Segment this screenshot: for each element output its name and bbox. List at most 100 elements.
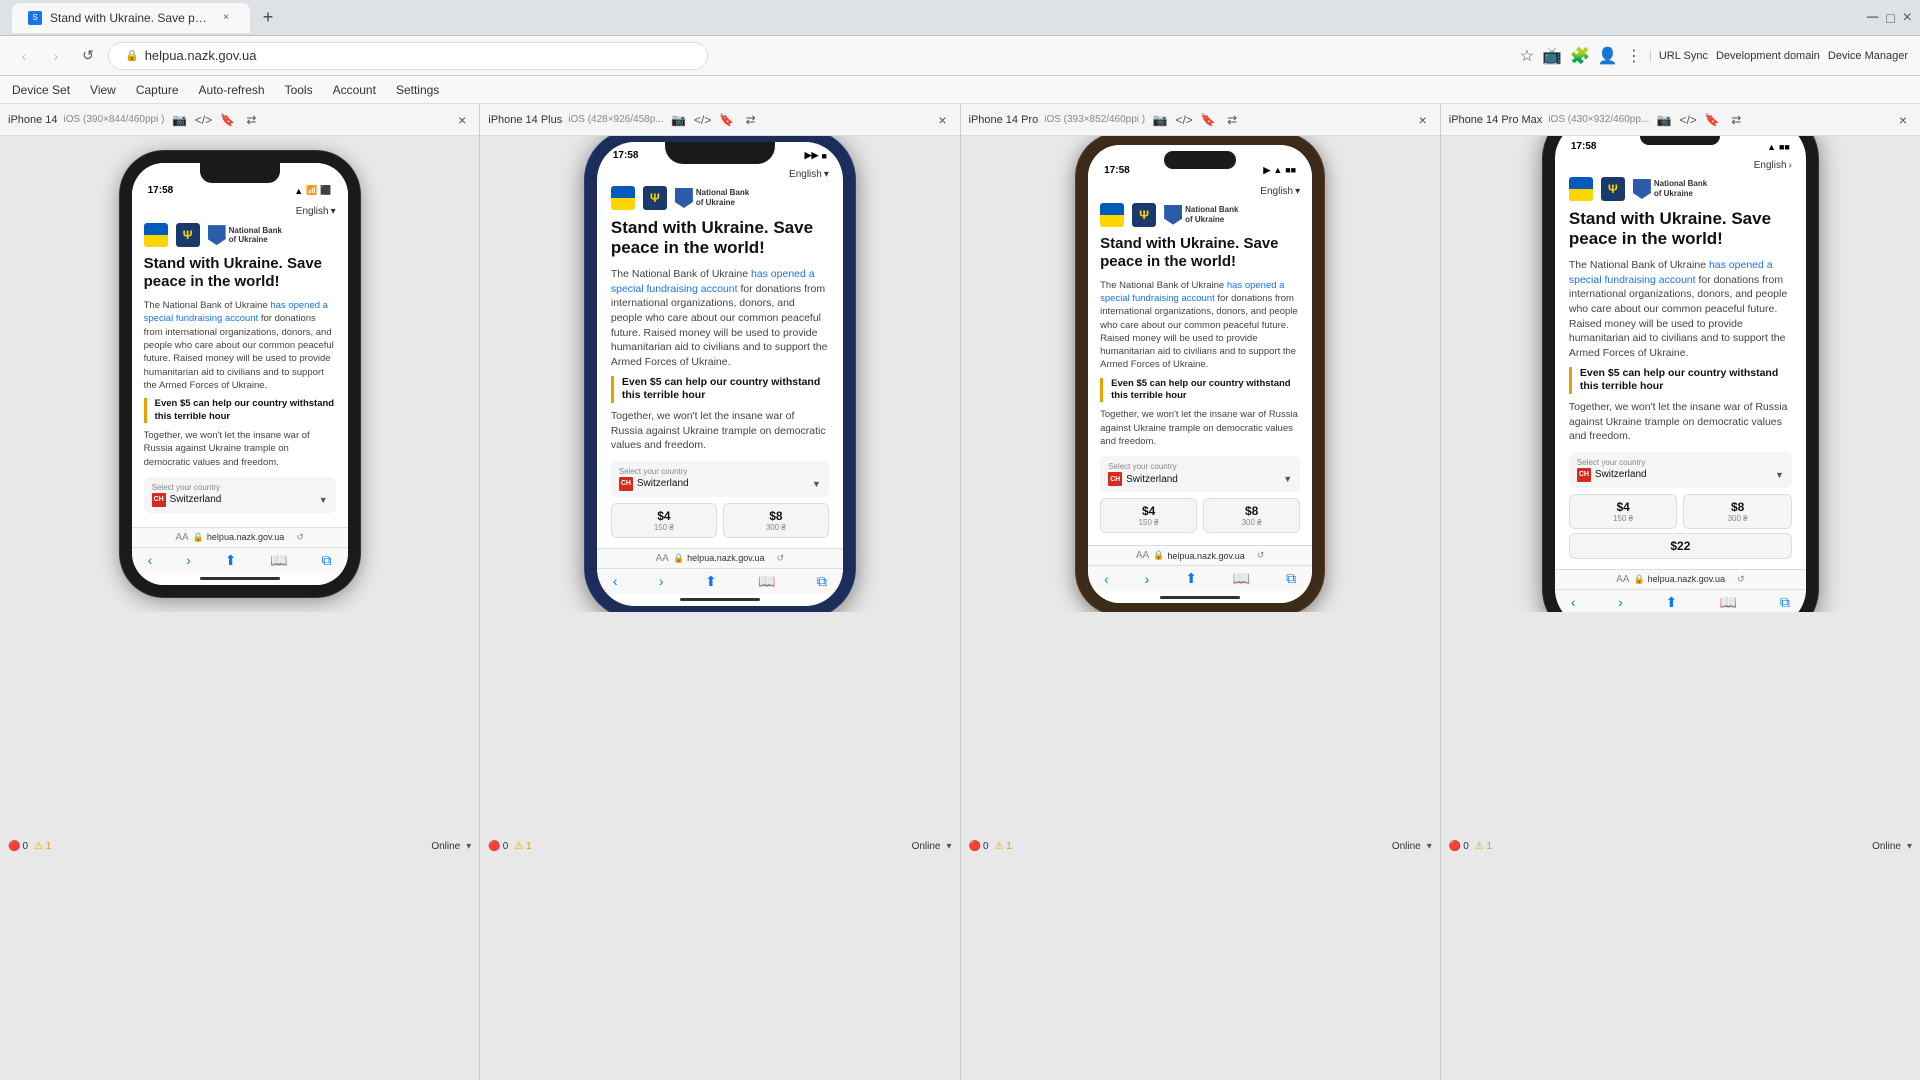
refresh-small-14pro[interactable]: ↺ [1257, 550, 1265, 561]
menu-settings[interactable]: Settings [396, 83, 439, 97]
forward-safari-14[interactable]: › [186, 552, 191, 568]
back-safari-14pro[interactable]: ‹ [1104, 571, 1109, 587]
screenshot-icon-14promax[interactable]: 📷 [1655, 111, 1673, 129]
rotate-icon-14promax[interactable]: ⇄ [1727, 111, 1745, 129]
text-size-icon-14[interactable]: AA [175, 532, 188, 543]
wifi-icon-14pro: ▲ [1273, 165, 1282, 175]
bookmarks-safari-14plus[interactable]: 📖 [758, 573, 775, 590]
menu-capture[interactable]: Capture [136, 83, 179, 97]
back-safari-14plus[interactable]: ‹ [613, 573, 618, 589]
menu-auto-refresh[interactable]: Auto-refresh [199, 83, 265, 97]
forward-safari-14pro[interactable]: › [1145, 571, 1150, 587]
inspect-icon-14pro[interactable]: 🔖 [1199, 111, 1217, 129]
profile-icon[interactable]: 👤 [1598, 46, 1618, 66]
lang-selector-14pro[interactable]: English ▾ [1100, 186, 1300, 197]
text-size-icon-14plus[interactable]: AA [656, 553, 669, 564]
online-arrow-14promax[interactable]: ▾ [1907, 841, 1912, 852]
device-manager-label[interactable]: Device Manager [1828, 50, 1908, 62]
url-input[interactable]: 🔒 helpua.nazk.gov.ua [108, 42, 708, 70]
country-select-14plus[interactable]: Select your country CH Switzerland ▼ [611, 461, 829, 497]
restore-button[interactable]: □ [1886, 10, 1894, 26]
donation-btn-8-14pro[interactable]: $8 300 ₴ [1203, 498, 1300, 533]
lang-selector-14promax[interactable]: English › [1569, 160, 1792, 171]
close-panel-14plus[interactable]: × [934, 111, 952, 129]
forward-safari-14plus[interactable]: › [659, 573, 664, 589]
menu-view[interactable]: View [90, 83, 116, 97]
inspect-icon-14[interactable]: 🔖 [218, 111, 236, 129]
close-panel-14promax[interactable]: × [1894, 111, 1912, 129]
code-icon-14[interactable]: </> [194, 111, 212, 129]
close-panel-14[interactable]: × [453, 111, 471, 129]
donation-btn-4-14promax[interactable]: $4 150 ₴ [1569, 494, 1678, 529]
donation-btn-4-14pro[interactable]: $4 150 ₴ [1100, 498, 1197, 533]
rotate-icon-14plus[interactable]: ⇄ [742, 111, 760, 129]
donation-btn-22-14promax[interactable]: $22 [1569, 533, 1792, 559]
menu-icon[interactable]: ⋮ [1626, 46, 1642, 66]
country-select-14pro[interactable]: Select your country CH Switzerland ▼ [1100, 456, 1300, 492]
share-safari-14promax[interactable]: ⬆ [1665, 594, 1677, 611]
new-tab-button[interactable]: + [254, 4, 282, 32]
refresh-button[interactable]: ↺ [76, 44, 100, 68]
minimize-button[interactable]: ─ [1867, 9, 1878, 27]
forward-button[interactable]: › [44, 44, 68, 68]
tab-close-button[interactable]: × [218, 10, 234, 26]
bookmarks-safari-14promax[interactable]: 📖 [1720, 594, 1737, 611]
online-arrow-14[interactable]: ▾ [466, 841, 471, 852]
screenshot-icon-14plus[interactable]: 📷 [670, 111, 688, 129]
country-name-14promax: Switzerland [1595, 469, 1647, 480]
tabs-safari-14pro[interactable]: ⧉ [1286, 570, 1296, 587]
online-arrow-14pro[interactable]: ▾ [1427, 841, 1432, 852]
rotate-icon-14[interactable]: ⇄ [242, 111, 260, 129]
donation-btn-8-14promax[interactable]: $8 300 ₴ [1683, 494, 1792, 529]
code-icon-14pro[interactable]: </> [1175, 111, 1193, 129]
tabs-safari-14promax[interactable]: ⧉ [1780, 594, 1790, 611]
device-name-14promax: iPhone 14 Pro Max [1449, 114, 1543, 126]
device-toolbar-iphone14promax: iPhone 14 Pro Max iOS (430×932/460pp... … [1441, 104, 1920, 136]
tabs-safari-14plus[interactable]: ⧉ [817, 573, 827, 590]
menu-tools[interactable]: Tools [285, 83, 313, 97]
online-arrow-14plus[interactable]: ▾ [946, 841, 951, 852]
text-size-icon-14pro[interactable]: AA [1136, 550, 1149, 561]
forward-safari-14promax[interactable]: › [1618, 594, 1623, 610]
dev-domain-label[interactable]: Development domain [1716, 50, 1820, 62]
together-text-14pro: Together, we won't let the insane war of… [1100, 408, 1300, 448]
back-button[interactable]: ‹ [12, 44, 36, 68]
donation-btn-8-14plus[interactable]: $8 300 ₴ [723, 503, 829, 538]
share-safari-14pro[interactable]: ⬆ [1185, 570, 1197, 587]
active-tab[interactable]: S Stand with Ukraine. Save peace i... × [12, 3, 250, 33]
refresh-small-14plus[interactable]: ↺ [777, 553, 785, 564]
bookmarks-safari-14[interactable]: 📖 [270, 552, 287, 569]
back-safari-14promax[interactable]: ‹ [1571, 594, 1576, 610]
screenshot-icon-14pro[interactable]: 📷 [1151, 111, 1169, 129]
country-select-14[interactable]: Select your country CH Switzerland ▼ [144, 477, 336, 513]
url-sync-label[interactable]: URL Sync [1650, 50, 1708, 62]
amount-8-14plus: $8 [728, 509, 824, 523]
share-safari-14[interactable]: ⬆ [225, 552, 237, 569]
code-icon-14plus[interactable]: </> [694, 111, 712, 129]
menu-account[interactable]: Account [333, 83, 376, 97]
donation-btn-4-14plus[interactable]: $4 150 ₴ [611, 503, 717, 538]
menu-device-set[interactable]: Device Set [12, 83, 70, 97]
lang-selector-14plus[interactable]: English ▾ [611, 169, 829, 180]
tabs-safari-14[interactable]: ⧉ [322, 552, 332, 569]
cast-icon[interactable]: 📺 [1542, 46, 1562, 66]
refresh-small-14[interactable]: ↺ [296, 532, 304, 543]
refresh-small-14promax[interactable]: ↺ [1737, 574, 1745, 585]
close-panel-14pro[interactable]: × [1414, 111, 1432, 129]
rotate-icon-14pro[interactable]: ⇄ [1223, 111, 1241, 129]
bookmarks-safari-14pro[interactable]: 📖 [1233, 570, 1250, 587]
country-select-14promax[interactable]: Select your country CH Switzerland ▼ [1569, 452, 1792, 488]
screenshot-icon-14[interactable]: 📷 [170, 111, 188, 129]
close-button[interactable]: × [1903, 9, 1912, 27]
extensions-icon[interactable]: 🧩 [1570, 46, 1590, 66]
text-size-icon-14promax[interactable]: AA [1616, 574, 1629, 585]
code-icon-14promax[interactable]: </> [1679, 111, 1697, 129]
share-safari-14plus[interactable]: ⬆ [705, 573, 717, 590]
lang-selector-14[interactable]: English ▾ [144, 206, 336, 217]
inspect-icon-14plus[interactable]: 🔖 [718, 111, 736, 129]
back-safari-14[interactable]: ‹ [148, 552, 153, 568]
bookmark-icon[interactable]: ☆ [1520, 46, 1534, 66]
country-value-14promax: CH Switzerland ▼ [1577, 468, 1784, 482]
inspect-icon-14promax[interactable]: 🔖 [1703, 111, 1721, 129]
country-label-14promax: Select your country [1577, 458, 1784, 467]
